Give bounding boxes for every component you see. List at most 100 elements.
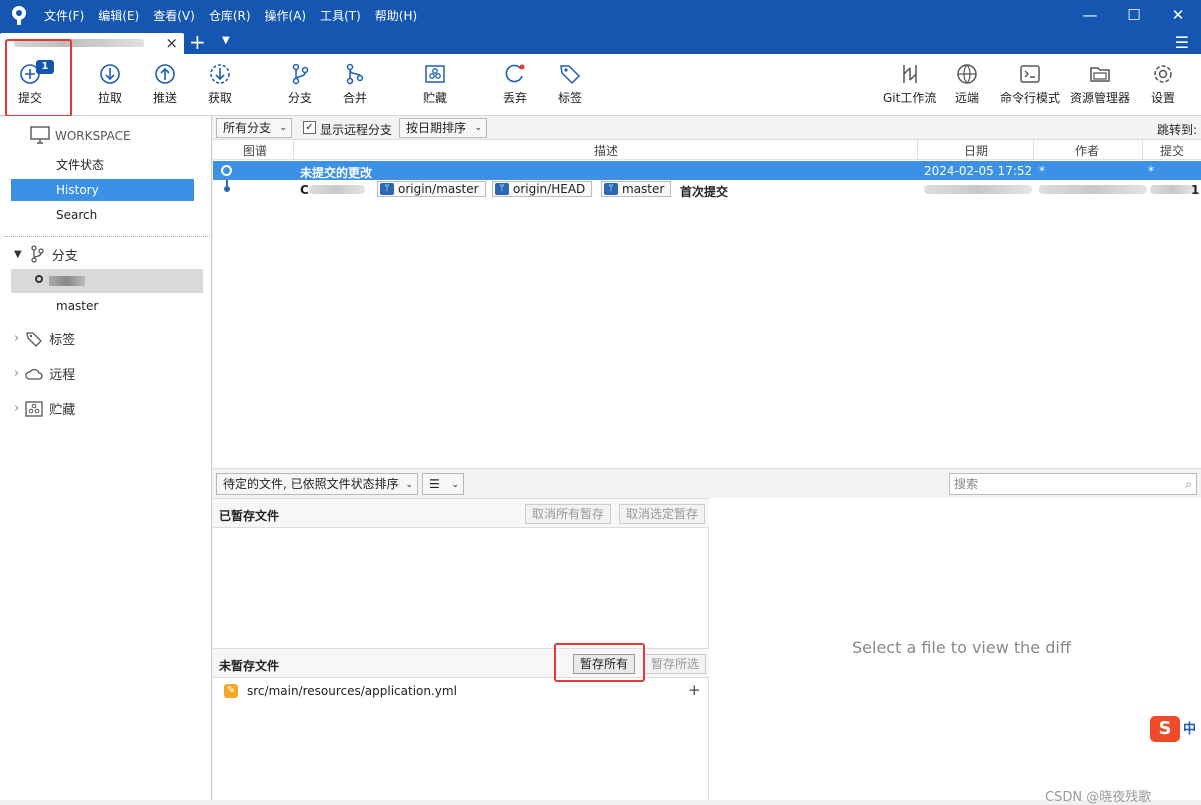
unstage-all-button[interactable]: 取消所有暂存	[525, 504, 612, 524]
ime-mode-icon[interactable]: 中	[1183, 718, 1201, 742]
list-icon: ☰	[429, 477, 440, 491]
tag-icon	[26, 331, 43, 347]
remotes-group[interactable]: › 远程	[14, 364, 75, 383]
terminal-icon	[1020, 65, 1040, 83]
pull-button[interactable]: 拉取	[98, 62, 122, 106]
sidebar-item-file-status[interactable]: 文件状态	[11, 154, 194, 176]
file-sort-dropdown[interactable]: 待定的文件, 已依照文件状态排序 ⌄	[216, 473, 418, 495]
menu-bar: 文件(F) 编辑(E) 查看(V) 仓库(R) 操作(A) 工具(T) 帮助(H…	[44, 7, 417, 24]
watermark: CSDN @晓夜残歌	[1045, 790, 1152, 805]
ref-master[interactable]: ᛘ master	[601, 181, 672, 197]
col-author[interactable]: 作者	[1075, 142, 1099, 159]
chevron-down-icon: ⌄	[279, 123, 287, 133]
stash-label: 贮藏	[423, 91, 448, 105]
uncommitted-node-icon	[221, 165, 232, 176]
search-input[interactable]: 搜索 ⌕	[949, 473, 1197, 495]
stashes-group[interactable]: › 贮藏	[14, 399, 75, 418]
gitflow-icon	[902, 65, 917, 83]
unstaged-title: 未暂存文件	[219, 659, 280, 673]
branch-button[interactable]: 分支	[288, 62, 312, 106]
stage-selected-button[interactable]: 暂存所选	[644, 654, 707, 674]
merge-button[interactable]: 合并	[343, 62, 367, 106]
discard-button[interactable]: 丢弃	[503, 62, 527, 106]
show-remote-label: 显示远程分支	[320, 123, 393, 137]
ref-origin-master[interactable]: ᛘ origin/master	[377, 181, 486, 197]
chevron-down-icon: ⌄	[405, 480, 413, 490]
current-branch-dot-icon	[35, 275, 43, 283]
menu-tools[interactable]: 工具(T)	[320, 7, 361, 24]
col-description[interactable]: 描述	[594, 142, 618, 159]
branch-filter-value: 所有分支	[223, 121, 272, 135]
main-panel: 所有分支 ⌄ ✓ 显示远程分支 按日期排序 ⌄ 跳转到: 图谱 描述 日期 作者 提…	[213, 116, 1201, 805]
stage-file-plus-icon[interactable]: +	[688, 681, 701, 699]
remote-button[interactable]: 远端	[955, 62, 979, 106]
column-divider[interactable]	[917, 140, 918, 160]
menu-file[interactable]: 文件(F)	[44, 7, 84, 24]
ref-label: origin/HEAD	[513, 182, 586, 196]
sort-order-dropdown[interactable]: 按日期排序 ⌄	[399, 118, 487, 138]
globe-icon	[957, 64, 977, 84]
column-divider[interactable]	[293, 140, 294, 160]
jump-to-label[interactable]: 跳转到:	[1157, 121, 1197, 138]
stash-icon	[25, 400, 43, 417]
explorer-button[interactable]: 资源管理器	[1070, 62, 1130, 106]
diff-placeholder: Select a file to view the diff	[852, 638, 1071, 657]
gitflow-button[interactable]: Git工作流	[883, 62, 936, 106]
push-label: 推送	[153, 91, 178, 105]
menu-help[interactable]: 帮助(H)	[375, 7, 417, 24]
current-branch-row[interactable]	[11, 269, 203, 293]
ime-sogou-icon[interactable]: S	[1150, 716, 1180, 742]
cloud-icon	[25, 368, 43, 380]
stash-button[interactable]: 贮藏	[423, 62, 447, 106]
column-divider[interactable]	[1033, 140, 1034, 160]
row-prefix: C	[300, 183, 309, 197]
table-row-uncommitted[interactable]: 未提交的更改 2024-02-05 17:52 * *	[213, 161, 1201, 180]
show-remote-checkbox[interactable]: ✓	[303, 121, 316, 134]
minimize-button[interactable]: —	[1080, 5, 1100, 25]
sidebar-item-history[interactable]: History	[11, 179, 194, 201]
title-bar: 文件(F) 编辑(E) 查看(V) 仓库(R) 操作(A) 工具(T) 帮助(H…	[0, 0, 1201, 30]
tab-dropdown-icon[interactable]: ▼	[222, 35, 230, 46]
sort-order-value: 按日期排序	[406, 121, 467, 135]
log-header: 图谱 描述 日期 作者 提交	[213, 140, 1201, 160]
branches-group[interactable]: ▼ 分支	[14, 244, 78, 264]
file-path: src/main/resources/application.yml	[247, 684, 457, 698]
tag-button[interactable]: 标签	[558, 62, 582, 106]
view-options-dropdown[interactable]: ☰ ⌄	[422, 473, 464, 495]
col-graph[interactable]: 图谱	[243, 142, 267, 159]
close-button[interactable]: ✕	[1168, 5, 1188, 25]
settings-label: 设置	[1151, 91, 1176, 105]
sidebar-divider	[4, 236, 210, 237]
sidebar-branch-master[interactable]: master	[11, 295, 194, 317]
sidebar-item-search[interactable]: Search	[11, 204, 194, 226]
close-tab-icon[interactable]: ×	[165, 34, 178, 52]
menu-view[interactable]: 查看(V)	[153, 7, 195, 24]
redacted-author	[1039, 185, 1147, 194]
branch-filter-dropdown[interactable]: 所有分支 ⌄	[216, 118, 292, 138]
maximize-button[interactable]: ☐	[1124, 5, 1144, 25]
unstage-selected-button[interactable]: 取消选定暂存	[619, 504, 706, 524]
fetch-button[interactable]: 获取	[208, 62, 232, 106]
chevron-down-icon: ⌄	[451, 480, 459, 490]
hamburger-menu-icon[interactable]: ☰	[1175, 33, 1189, 52]
stage-all-highlight-box	[554, 643, 645, 682]
fetch-label: 获取	[208, 91, 233, 105]
ref-origin-head[interactable]: ᛘ origin/HEAD	[492, 181, 593, 197]
row-date: 2024-02-05 17:52	[924, 164, 1033, 178]
history-filter-bar: 所有分支 ⌄ ✓ 显示远程分支 按日期排序 ⌄ 跳转到:	[213, 116, 1201, 140]
stashes-label: 贮藏	[49, 403, 76, 418]
table-row-commit[interactable]: C ᛘ origin/master ᛘ origin/HEAD ᛘ master 首次…	[213, 180, 1201, 199]
push-button[interactable]: 推送	[153, 62, 177, 106]
col-commit[interactable]: 提交	[1160, 142, 1184, 159]
terminal-label: 命令行模式	[1000, 91, 1061, 105]
list-item[interactable]: ✎ src/main/resources/application.yml +	[213, 680, 709, 702]
menu-edit[interactable]: 编辑(E)	[98, 7, 139, 24]
menu-repository[interactable]: 仓库(R)	[209, 7, 251, 24]
settings-button[interactable]: 设置	[1151, 62, 1175, 106]
menu-actions[interactable]: 操作(A)	[265, 7, 307, 24]
new-tab-icon[interactable]: +	[189, 32, 206, 52]
col-date[interactable]: 日期	[964, 142, 988, 159]
column-divider[interactable]	[1142, 140, 1143, 160]
tags-group[interactable]: › 标签	[14, 329, 75, 348]
terminal-button[interactable]: 命令行模式	[1000, 62, 1060, 106]
